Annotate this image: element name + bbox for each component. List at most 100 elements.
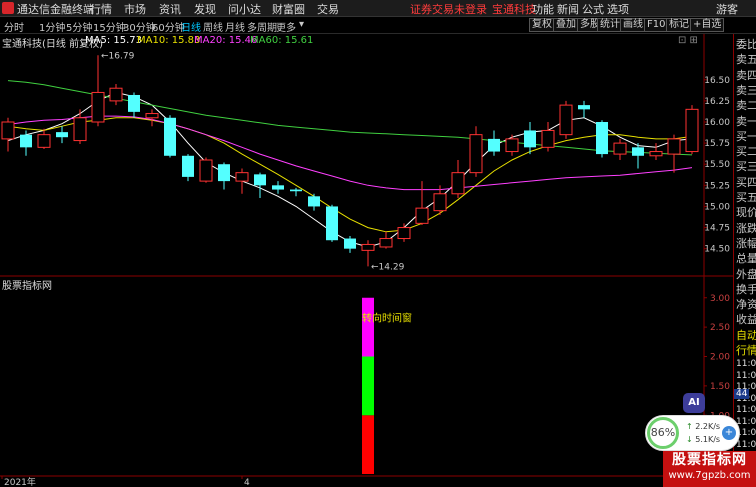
candle-body-up bbox=[541, 129, 555, 148]
guest-label[interactable]: 游客 bbox=[716, 1, 738, 17]
candle-body-down bbox=[290, 189, 302, 192]
menu-item-ask[interactable]: 问小达 bbox=[228, 1, 261, 17]
period-tab-5min[interactable]: 5分钟 bbox=[66, 19, 92, 34]
price-tick-label: 15.75 bbox=[704, 139, 730, 149]
candle-body-up bbox=[667, 138, 681, 155]
candle-body-up bbox=[235, 172, 249, 182]
period-tab-daily[interactable]: 日线 bbox=[181, 19, 201, 34]
signal-bar-segment bbox=[362, 356, 374, 416]
period-tab-more[interactable]: 更多 bbox=[276, 19, 296, 34]
stock-name: 宝通科技 bbox=[492, 3, 536, 16]
candle-body-up bbox=[685, 108, 699, 153]
trade-count-badge: 44 bbox=[734, 389, 750, 399]
candle-body-down bbox=[56, 132, 68, 138]
candle-body-up bbox=[505, 138, 519, 153]
signal-label: 转向时间窗 bbox=[362, 311, 412, 324]
speed-percent: 86% bbox=[647, 417, 679, 449]
plus-icon[interactable]: + bbox=[722, 426, 736, 440]
trade-time: 11:02 bbox=[736, 439, 756, 450]
chart-area[interactable]: 14.50 14.75 15.00 15.25 15.50 15.75 16.00 16.25… bbox=[0, 34, 733, 487]
ai-assistant-button[interactable]: AI bbox=[683, 393, 705, 413]
period-tab-30min[interactable]: 30分钟 bbox=[123, 19, 156, 34]
candle-body-down bbox=[164, 117, 176, 156]
candle-body-up bbox=[73, 117, 87, 142]
period-tab-intraday[interactable]: 分时 bbox=[4, 19, 24, 34]
quote-field-label: 买二 bbox=[736, 145, 756, 159]
price-tick-label: 14.75 bbox=[704, 224, 730, 234]
ma5-line bbox=[7, 91, 693, 248]
ma10-line bbox=[7, 117, 693, 233]
network-speed-widget[interactable]: 86% ↑ 2.2K/s ↓ 5.1K/s + bbox=[645, 415, 740, 451]
menu-item-wealth[interactable]: 财富圈 bbox=[272, 1, 305, 17]
date-axis: 2021年45 bbox=[1, 476, 682, 487]
period-tab-15min[interactable]: 15分钟 bbox=[93, 19, 126, 34]
candle-body-down bbox=[344, 238, 356, 249]
candle-body-up bbox=[397, 227, 411, 240]
candlesticks bbox=[1, 55, 699, 267]
candle-body-down bbox=[308, 196, 320, 207]
watermark: 股票指标网 www.7gpzb.com bbox=[663, 451, 756, 487]
trade-time: 11:02 bbox=[736, 359, 756, 369]
quote-field-label: 买一 bbox=[736, 129, 756, 143]
overlay-button[interactable]: 叠加 bbox=[553, 18, 579, 32]
chevron-down-icon[interactable]: ▾ bbox=[299, 19, 304, 30]
watermark-url: www.7gpzb.com bbox=[668, 470, 751, 481]
candle-body-up bbox=[469, 134, 483, 174]
quote-field-label: 收益 bbox=[736, 313, 756, 327]
f10-button[interactable]: F10 bbox=[644, 18, 669, 32]
signal-bar-segment bbox=[362, 415, 374, 474]
quote-field-label: 卖四 bbox=[736, 68, 756, 82]
period-tab-multi[interactable]: 多周期 bbox=[247, 19, 277, 34]
menu-item-options[interactable]: 选项 bbox=[607, 1, 629, 17]
price-tick-label: 15.25 bbox=[704, 181, 730, 191]
draw-button[interactable]: 画线 bbox=[620, 18, 646, 32]
candle-body-up bbox=[37, 134, 51, 148]
indicator-tick-label: 2.00 bbox=[710, 353, 730, 363]
quote-field-label: 买四 bbox=[736, 175, 756, 189]
candle-body-down bbox=[578, 105, 590, 110]
candle-body-up bbox=[199, 159, 213, 182]
menu-item-function[interactable]: 功能 bbox=[532, 1, 554, 17]
app-title: 通达信金融终端 bbox=[17, 3, 94, 16]
indicator-title: 股票指标网 bbox=[2, 281, 52, 292]
candle-body-down bbox=[218, 164, 230, 182]
price-tick-label: 16.00 bbox=[704, 118, 730, 128]
watermark-title: 股票指标网 bbox=[672, 452, 747, 468]
trade-time: 11:02 bbox=[736, 416, 756, 427]
menu-item-formula[interactable]: 公式 bbox=[582, 1, 604, 17]
period-tab-monthly[interactable]: 月线 bbox=[225, 19, 245, 34]
period-tab-weekly[interactable]: 周线 bbox=[203, 19, 223, 34]
login-notice[interactable]: 证券交易未登录 bbox=[410, 1, 487, 17]
candle-body-up bbox=[1, 121, 15, 140]
download-speed: ↓ 5.1K/s bbox=[686, 435, 721, 444]
candle-body-up bbox=[559, 104, 573, 136]
mark-button[interactable]: 标记 bbox=[666, 18, 692, 32]
candle-body-down bbox=[632, 147, 644, 156]
period-tab-1min[interactable]: 1分钟 bbox=[39, 19, 65, 34]
date-tick-label: 2021年 bbox=[4, 476, 36, 487]
menu-item-market[interactable]: 市场 bbox=[124, 1, 146, 17]
upload-speed: ↑ 2.2K/s bbox=[686, 422, 721, 431]
menu-item-news-right[interactable]: 新闻 bbox=[557, 1, 579, 17]
quote-panel: 委比 卖五 卖四 卖三 卖二 卖一 买一 买二 买三 买四 买五 现价 涨跌 涨幅 总量 外盘 换手 净资 收益 自动… bbox=[733, 34, 756, 487]
quote-field-label: 涨幅 bbox=[736, 236, 756, 250]
indicator-tick-label: 3.00 bbox=[710, 294, 730, 304]
price-tick-label: 14.50 bbox=[704, 245, 730, 255]
candle-body-down bbox=[596, 122, 608, 155]
candle-body-up bbox=[379, 238, 393, 248]
adjust-button[interactable]: 复权 bbox=[529, 18, 555, 32]
window-controls-icon[interactable]: ⊡ ⊞ bbox=[678, 35, 698, 46]
menu-item-discover[interactable]: 发现 bbox=[194, 1, 216, 17]
add-favorite-button[interactable]: +自选 bbox=[690, 18, 725, 32]
period-tab-60min[interactable]: 60分钟 bbox=[152, 19, 185, 34]
menu-item-trade[interactable]: 交易 bbox=[317, 1, 339, 17]
candle-body-up bbox=[613, 142, 627, 155]
menu-item-quotes[interactable]: 行情 bbox=[90, 1, 112, 17]
app-logo-icon bbox=[2, 2, 14, 14]
menu-item-news[interactable]: 资讯 bbox=[159, 1, 181, 17]
quote-field-label: 换手 bbox=[736, 282, 756, 296]
price-chart-svg[interactable]: 14.50 14.75 15.00 15.25 15.50 15.75 16.00 16.25… bbox=[0, 34, 733, 487]
ma60-legend: MA60: 15.61 bbox=[250, 35, 314, 46]
candle-body-up bbox=[145, 113, 159, 119]
candle-body-up bbox=[109, 87, 123, 102]
